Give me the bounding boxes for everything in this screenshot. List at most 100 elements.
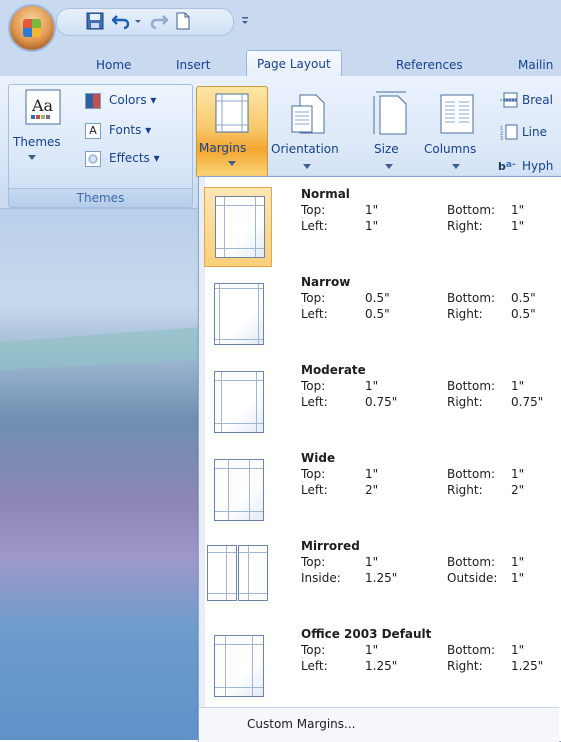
themes-icon[interactable]: Aa bbox=[25, 89, 61, 125]
spec-value: 1" bbox=[511, 203, 525, 217]
spec-value: 1.25" bbox=[365, 571, 398, 585]
option-name: Normal bbox=[301, 187, 350, 201]
spec-value: 1" bbox=[365, 203, 379, 217]
columns-icon[interactable] bbox=[440, 94, 474, 134]
new-document-icon[interactable] bbox=[174, 12, 192, 30]
spec-value: 2" bbox=[511, 483, 525, 497]
svg-text:3: 3 bbox=[500, 136, 503, 140]
spec-key: Right: bbox=[447, 219, 483, 233]
chevron-down-icon bbox=[28, 155, 36, 160]
spec-key: Inside: bbox=[301, 571, 341, 585]
spec-value: 0.5" bbox=[365, 291, 390, 305]
margin-option-moderate[interactable]: Moderate Top: 1" Bottom: 1" Left: 0.75" … bbox=[201, 357, 559, 445]
columns-button[interactable]: Columns bbox=[424, 142, 476, 156]
wide-margins-icon bbox=[204, 451, 270, 529]
mirrored-margins-icon bbox=[207, 545, 268, 601]
spec-key: Bottom: bbox=[447, 467, 496, 481]
spec-key: Left: bbox=[301, 659, 328, 673]
effects-label: Effects bbox=[109, 151, 150, 165]
themes-group: Aa Themes Colors ▾ A Fonts ▾ Effects ▾ T… bbox=[8, 84, 193, 208]
themes-button[interactable]: Themes bbox=[13, 135, 61, 149]
spec-value: 0.5" bbox=[511, 291, 536, 305]
spec-key: Top: bbox=[301, 379, 326, 393]
spec-value: 1" bbox=[511, 379, 525, 393]
tab-insert[interactable]: Insert bbox=[166, 54, 220, 76]
themes-group-title: Themes bbox=[9, 188, 192, 207]
colors-label: Colors bbox=[109, 93, 147, 107]
tab-home[interactable]: Home bbox=[86, 54, 141, 76]
spec-key: Right: bbox=[447, 483, 483, 497]
spec-value: 2" bbox=[365, 483, 379, 497]
margin-option-narrow[interactable]: Narrow Top: 0.5" Bottom: 0.5" Left: 0.5"… bbox=[201, 269, 559, 357]
orientation-button[interactable]: Orientation bbox=[271, 142, 339, 156]
spec-value: 1" bbox=[365, 219, 379, 233]
spec-value: 1.25" bbox=[511, 659, 544, 673]
save-icon[interactable] bbox=[86, 12, 104, 30]
tab-references[interactable]: References bbox=[386, 54, 473, 76]
spec-value: 0.75" bbox=[365, 395, 398, 409]
colors-button[interactable]: Colors ▾ bbox=[109, 90, 156, 110]
undo-icon[interactable] bbox=[112, 12, 130, 30]
normal-margins-icon bbox=[204, 187, 272, 267]
undo-dropdown-icon[interactable] bbox=[133, 12, 143, 30]
size-button[interactable]: Size bbox=[374, 142, 399, 156]
option-name: Moderate bbox=[301, 363, 366, 377]
spec-key: Right: bbox=[447, 659, 483, 673]
spec-key: Right: bbox=[447, 307, 483, 321]
spec-value: 1" bbox=[511, 643, 525, 657]
spec-key: Top: bbox=[301, 203, 326, 217]
quick-access-toolbar bbox=[0, 0, 561, 49]
spec-value: 1" bbox=[511, 571, 525, 585]
spec-value: 1" bbox=[365, 555, 379, 569]
narrow-margins-icon bbox=[204, 275, 270, 353]
line-numbers-button[interactable]: Line bbox=[522, 125, 547, 139]
spec-key: Bottom: bbox=[447, 203, 496, 217]
spec-value: 0.75" bbox=[511, 395, 544, 409]
spec-value: 1.25" bbox=[365, 659, 398, 673]
customize-toolbar-icon[interactable] bbox=[240, 12, 250, 30]
spec-key: Bottom: bbox=[447, 291, 496, 305]
fonts-icon: A bbox=[85, 123, 101, 139]
spec-key: Left: bbox=[301, 307, 328, 321]
hyphenation-button[interactable]: Hyph bbox=[522, 159, 553, 173]
breaks-icon bbox=[500, 92, 518, 108]
tab-mailings[interactable]: Mailin bbox=[508, 54, 561, 76]
quick-access-bar bbox=[56, 8, 234, 36]
office-button[interactable] bbox=[10, 6, 54, 50]
spec-value: 1" bbox=[511, 555, 525, 569]
margin-option-wide[interactable]: Wide Top: 1" Bottom: 1" Left: 2" Right: … bbox=[201, 445, 559, 533]
spec-key: Top: bbox=[301, 555, 326, 569]
spec-key: Bottom: bbox=[447, 555, 496, 569]
option-name: Mirrored bbox=[301, 539, 360, 553]
tab-page-layout[interactable]: Page Layout bbox=[246, 50, 342, 77]
orientation-icon[interactable] bbox=[290, 94, 326, 134]
spec-key: Top: bbox=[301, 291, 326, 305]
effects-icon bbox=[85, 151, 101, 167]
spec-key: Bottom: bbox=[447, 643, 496, 657]
margins-icon bbox=[215, 93, 249, 133]
effects-button[interactable]: Effects ▾ bbox=[109, 148, 160, 168]
spec-value: 1" bbox=[365, 467, 379, 481]
custom-margins-item[interactable]: Custom Margins... bbox=[199, 707, 559, 742]
option-name: Wide bbox=[301, 451, 336, 465]
chevron-down-icon bbox=[385, 164, 393, 169]
colors-icon bbox=[85, 93, 101, 109]
margins-label: Margins bbox=[199, 141, 247, 155]
margins-button[interactable]: Margins bbox=[196, 86, 268, 178]
spec-key: Left: bbox=[301, 483, 328, 497]
fonts-button[interactable]: Fonts ▾ bbox=[109, 120, 151, 140]
chevron-down-icon bbox=[228, 161, 236, 166]
spec-key: Top: bbox=[301, 467, 326, 481]
spec-value: 0.5" bbox=[511, 307, 536, 321]
size-icon[interactable] bbox=[372, 90, 408, 136]
spec-value: 0.5" bbox=[365, 307, 390, 321]
chevron-down-icon bbox=[452, 164, 460, 169]
margin-option-mirrored[interactable]: Mirrored Top: 1" Bottom: 1" Inside: 1.25… bbox=[201, 533, 559, 621]
breaks-button[interactable]: Breal bbox=[522, 93, 553, 107]
margin-option-office-2003-default[interactable]: Office 2003 Default Top: 1" Bottom: 1" L… bbox=[201, 621, 559, 709]
redo-icon[interactable] bbox=[150, 12, 168, 30]
chevron-down-icon bbox=[303, 164, 311, 169]
spec-key: Right: bbox=[447, 395, 483, 409]
margin-option-normal[interactable]: Normal Top: 1" Bottom: 1" Left: 1" Right… bbox=[201, 181, 559, 269]
spec-key: Top: bbox=[301, 643, 326, 657]
